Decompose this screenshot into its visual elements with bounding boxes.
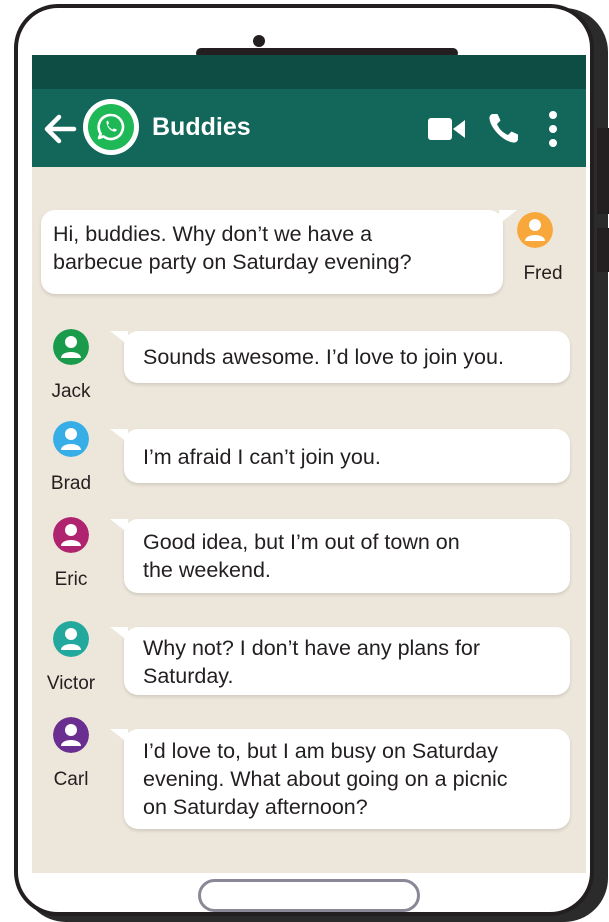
whatsapp-icon <box>97 113 125 141</box>
phone-screen: Buddies Hi, buddies. Why don’t we have a… <box>32 55 586 873</box>
person-icon[interactable] <box>53 621 89 657</box>
sender-name: Brad <box>50 473 92 494</box>
message-bubble-jack[interactable]: Sounds awesome. I’d love to join you. <box>110 331 570 383</box>
chat-messages: Hi, buddies. Why don’t we have a barbecu… <box>32 167 586 873</box>
sender-name: Carl <box>53 769 89 790</box>
person-icon[interactable] <box>53 421 89 457</box>
message-bubble-brad[interactable]: I’m afraid I can’t join you. <box>110 429 570 483</box>
phone-call-icon[interactable] <box>487 111 521 145</box>
sender-name: Victor <box>46 673 96 694</box>
chat-title[interactable]: Buddies <box>152 113 251 142</box>
message-text-line: Why not? I don’t have any plans for <box>143 636 481 660</box>
back-arrow-icon[interactable] <box>42 111 78 147</box>
chat-header: Buddies <box>32 89 586 167</box>
message-text-line: barbecue party on Saturday evening? <box>53 250 412 274</box>
group-avatar[interactable] <box>83 99 139 155</box>
sender-name: Fred <box>523 263 563 284</box>
message-text-line: Hi, buddies. Why don’t we have a <box>53 222 373 246</box>
message-text-line: Saturday. <box>143 664 234 688</box>
person-icon[interactable] <box>517 212 553 248</box>
sender-name: Jack <box>51 381 91 402</box>
side-button-lower <box>597 228 609 272</box>
message-text-line: the weekend. <box>143 558 271 582</box>
message-text-line: evening. What about going on a picnic <box>143 767 508 791</box>
message-text-line: Sounds awesome. I’d love to join you. <box>143 345 504 369</box>
home-button[interactable] <box>198 879 420 912</box>
message-text-line: I’d love to, but I am busy on Saturday <box>143 739 498 763</box>
side-button-upper <box>597 128 609 214</box>
message-text-line: I’m afraid I can’t join you. <box>143 445 381 469</box>
person-icon[interactable] <box>53 517 89 553</box>
video-call-icon[interactable] <box>428 117 466 141</box>
more-options-icon[interactable] <box>548 111 558 147</box>
sender-name: Eric <box>54 569 88 590</box>
camera-dot <box>253 35 265 47</box>
person-icon[interactable] <box>53 329 89 365</box>
message-bubble-carl[interactable]: I’d love to, but I am busy on Saturday e… <box>110 729 570 829</box>
message-bubble-eric[interactable]: Good idea, but I’m out of town on the we… <box>110 519 570 593</box>
message-bubble-fred[interactable]: Hi, buddies. Why don’t we have a barbecu… <box>41 210 517 294</box>
person-icon[interactable] <box>53 717 89 753</box>
message-bubble-victor[interactable]: Why not? I don’t have any plans for Satu… <box>110 627 570 695</box>
message-text-line: Good idea, but I’m out of town on <box>143 530 460 554</box>
message-text-line: on Saturday afternoon? <box>143 795 368 819</box>
status-bar <box>32 55 586 89</box>
